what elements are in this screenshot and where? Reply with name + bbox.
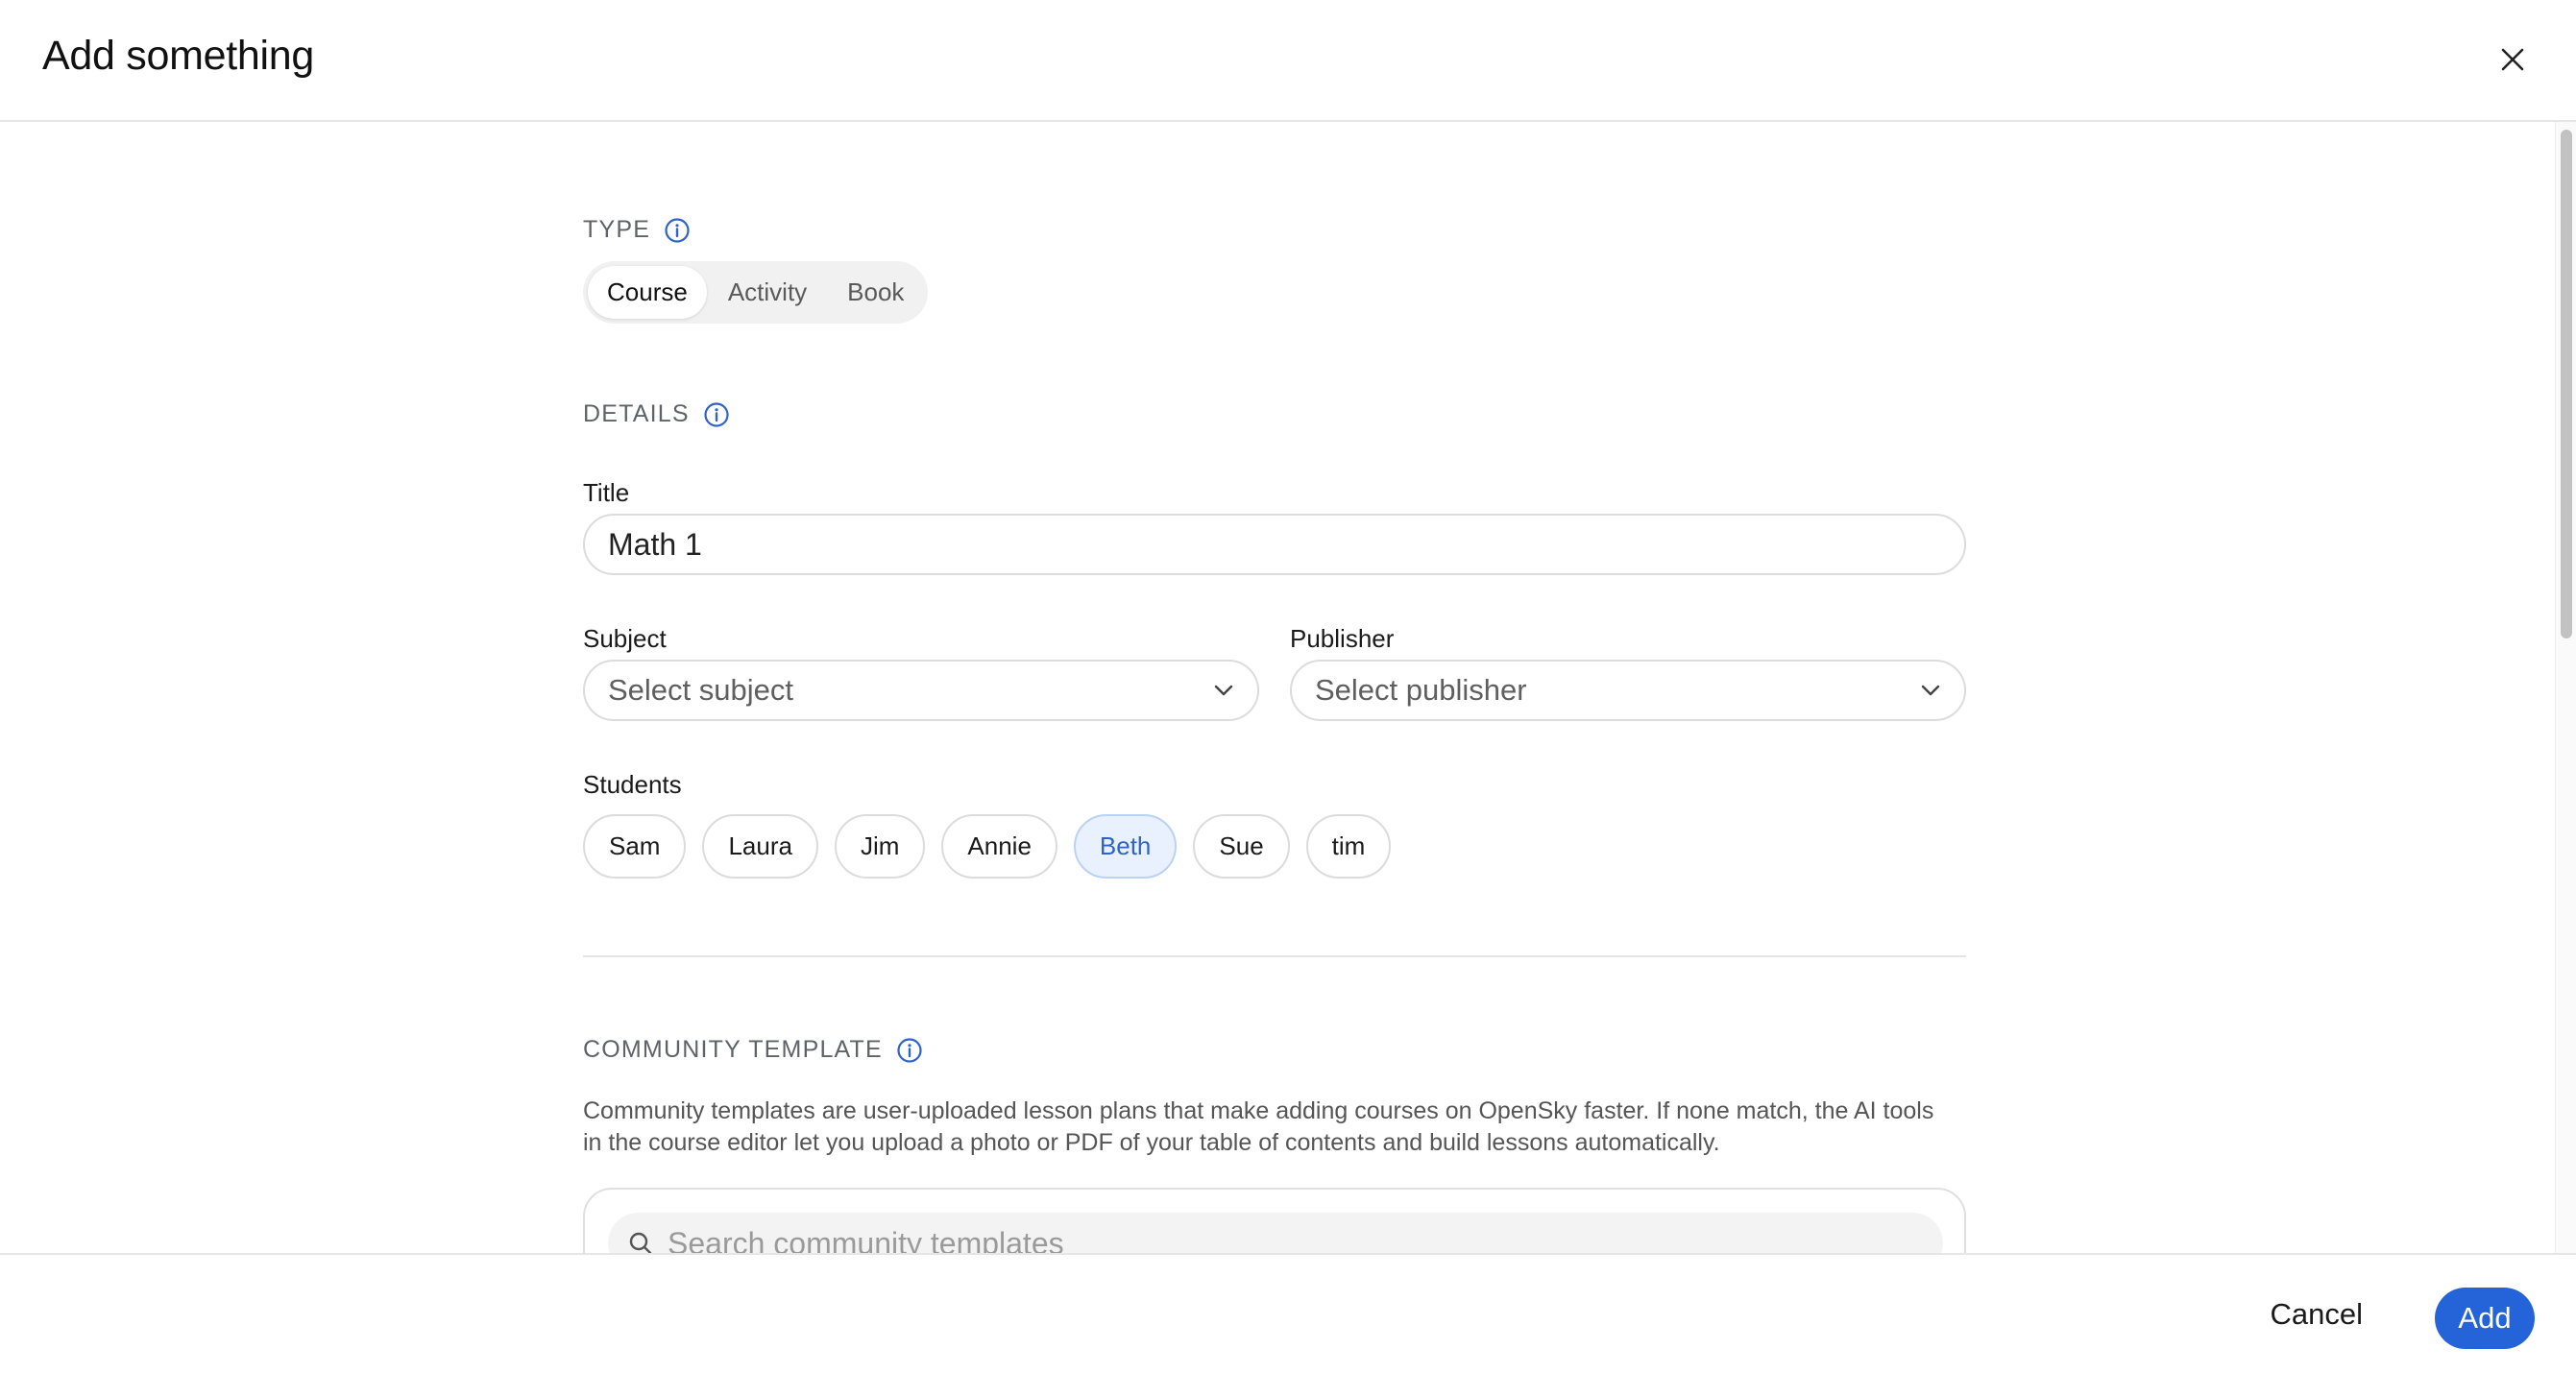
details-section-label: DETAILS [583, 400, 730, 428]
dialog-footer: Cancel Add [0, 1253, 2576, 1373]
community-label-text: COMMUNITY TEMPLATE [583, 1036, 883, 1063]
dialog-body: TYPE Course Activity Book DETAILS Title … [0, 122, 2576, 1253]
type-label-text: TYPE [583, 216, 651, 243]
details-label-text: DETAILS [583, 400, 690, 427]
community-description-line-2: in the course editor let you upload a ph… [583, 1129, 1720, 1156]
close-button[interactable] [2493, 40, 2532, 79]
dialog-header: Add something [0, 0, 2576, 122]
subject-field-label: Subject [583, 624, 667, 653]
info-icon[interactable] [703, 401, 730, 428]
chevron-down-icon [1214, 685, 1233, 696]
vertical-scrollbar[interactable] [2555, 122, 2576, 1253]
subject-placeholder: Select subject [608, 673, 793, 707]
info-icon[interactable] [664, 217, 691, 244]
add-something-dialog: Add something TYPE Course Activity Book … [0, 0, 2576, 1373]
student-chip-jim[interactable]: Jim [834, 814, 926, 879]
student-chip-sue[interactable]: Sue [1193, 814, 1290, 879]
title-field-label: Title [583, 478, 630, 507]
close-icon [2501, 48, 2524, 71]
community-description: Community templates are user-uploaded le… [583, 1096, 1966, 1159]
publisher-field-label: Publisher [1290, 624, 1395, 653]
community-description-line-1: Community templates are user-uploaded le… [583, 1097, 1934, 1124]
search-icon [629, 1232, 652, 1253]
student-chip-annie[interactable]: Annie [941, 814, 1057, 879]
type-section-label: TYPE [583, 216, 691, 244]
students-field-label: Students [583, 770, 682, 799]
section-divider [583, 955, 1966, 957]
add-button[interactable]: Add [2435, 1288, 2535, 1349]
student-chip-sam[interactable]: Sam [583, 814, 687, 879]
type-segmented-control: Course Activity Book [583, 261, 929, 324]
title-input-value: Math 1 [608, 526, 702, 562]
title-input[interactable]: Math 1 [583, 514, 1966, 575]
search-placeholder: Search community templates [668, 1225, 1064, 1254]
dialog-title: Add something [42, 33, 314, 79]
type-option-activity[interactable]: Activity [709, 266, 826, 319]
student-chip-tim[interactable]: tim [1305, 814, 1392, 879]
publisher-select[interactable]: Select publisher [1290, 660, 1966, 721]
type-option-book[interactable]: Book [828, 266, 923, 319]
community-section-label: COMMUNITY TEMPLATE [583, 1036, 923, 1064]
chevron-down-icon [1921, 685, 1940, 696]
community-template-search-input[interactable]: Search community templates [608, 1213, 1943, 1253]
community-template-panel: Search community templates [583, 1188, 1966, 1253]
info-icon[interactable] [896, 1037, 923, 1064]
subject-select[interactable]: Select subject [583, 660, 1259, 721]
student-chip-beth[interactable]: Beth [1073, 814, 1178, 879]
publisher-placeholder: Select publisher [1315, 673, 1527, 707]
type-option-course[interactable]: Course [588, 266, 707, 319]
cancel-button[interactable]: Cancel [2255, 1284, 2379, 1345]
student-chip-laura[interactable]: Laura [702, 814, 818, 879]
scrollbar-thumb[interactable] [2561, 130, 2572, 638]
students-chip-group: Sam Laura Jim Annie Beth Sue tim [583, 814, 1392, 879]
